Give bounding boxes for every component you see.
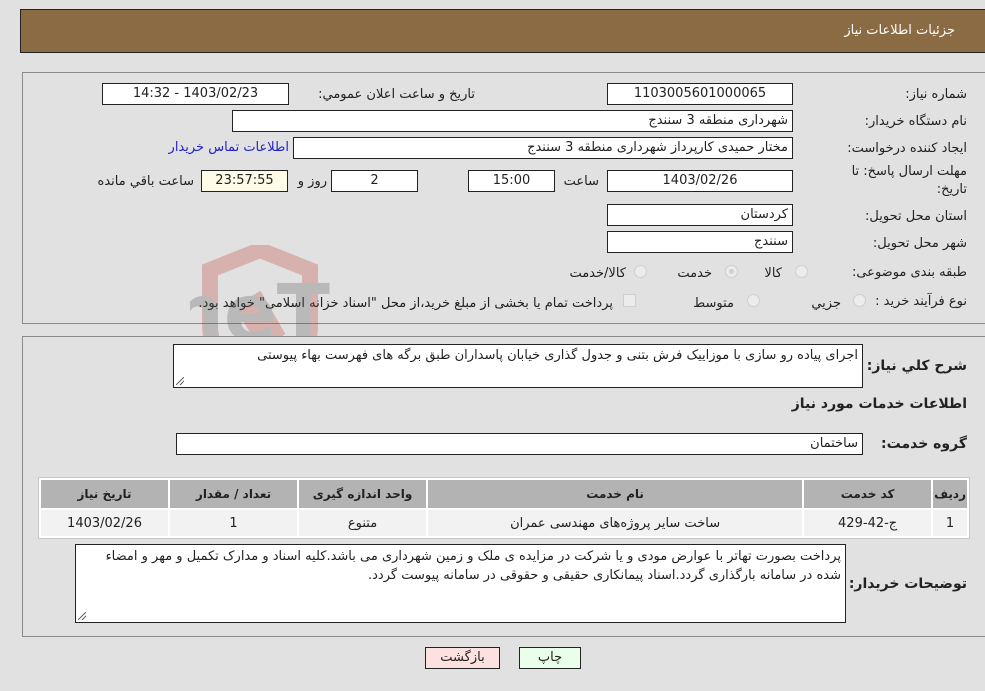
buyer-notes-text: پرداخت بصورت تهاتر با عوارض مودی و یا شر…	[105, 549, 841, 583]
province-label: استان محل تحویل:	[865, 209, 967, 224]
city-label: شهر محل تحویل:	[872, 236, 967, 251]
buyer-org-label: نام دستگاه خریدار:	[864, 114, 967, 129]
col-header-service-code: کد خدمت	[804, 480, 932, 508]
remaining-time-field: 23:57:55	[201, 170, 288, 192]
cell-service-code: ج-42-429	[804, 510, 932, 536]
need-number-field: 1103005601000065	[607, 83, 793, 105]
need-number-label: شماره نیاز:	[905, 87, 967, 102]
category-radio-service[interactable]	[725, 265, 738, 278]
process-radio-partial[interactable]	[853, 294, 866, 307]
days-remaining-field: 2	[331, 170, 418, 192]
services-table: رديف کد خدمت نام خدمت واحد اندازه گیری ت…	[38, 477, 970, 539]
remaining-time-label: ساعت باقي مانده	[97, 174, 194, 189]
creator-field: مختار حمیدی کارپرداز شهرداری منطقه 3 سنن…	[293, 137, 793, 159]
treasury-checkbox-label: پرداخت تمام یا بخشی از مبلغ خرید،از محل …	[198, 296, 613, 311]
category-radio-goods[interactable]	[795, 265, 808, 278]
announce-datetime-label: تاريخ و ساعت اعلان عمومي:	[318, 87, 475, 102]
process-option-partial: جزيي	[811, 296, 841, 311]
cell-row-number: 1	[933, 510, 967, 536]
deadline-label-2: تاریخ:	[936, 182, 967, 197]
description-label: شرح كلي نياز:	[866, 358, 967, 374]
category-option-service: خدمت	[677, 266, 712, 281]
service-group-label: گروه خدمت:	[881, 436, 967, 452]
process-radio-medium[interactable]	[747, 294, 760, 307]
category-option-goods-service: کالا/خدمت	[569, 266, 626, 281]
deadline-time-label: ساعت	[563, 174, 599, 189]
page-title: جزئیات اطلاعات نیاز	[844, 23, 955, 38]
back-button[interactable]: بازگشت	[425, 647, 500, 669]
resize-grip-icon[interactable]	[176, 377, 184, 385]
deadline-date-field: 1403/02/26	[607, 170, 793, 192]
page-header: جزئیات اطلاعات نیاز	[20, 9, 985, 53]
col-header-quantity: تعداد / مقدار	[170, 480, 298, 508]
city-field: سنندج	[607, 231, 793, 253]
description-text: اجرای پیاده رو سازی با موزاییک فرش بتنی …	[257, 348, 858, 363]
buyer-notes-label: توضيحات خريدار:	[848, 576, 967, 592]
deadline-label: مهلت ارسال پاسخ: تا	[851, 164, 967, 179]
table-header-row: رديف کد خدمت نام خدمت واحد اندازه گیری ت…	[41, 480, 967, 508]
treasury-checkbox[interactable]	[623, 294, 636, 307]
deadline-time-field: 15:00	[468, 170, 555, 192]
services-heading: اطلاعات خدمات مورد نياز	[791, 396, 967, 412]
cell-service-name: ساخت سایر پروژه‌های مهندسی عمران	[428, 510, 803, 536]
process-option-medium: متوسط	[693, 296, 734, 311]
buyer-org-field: شهرداری منطقه 3 سنندج	[232, 110, 793, 132]
col-header-row-number: رديف	[933, 480, 967, 508]
description-field[interactable]: اجرای پیاده رو سازی با موزاییک فرش بتنی …	[173, 344, 863, 388]
cell-quantity: 1	[170, 510, 298, 536]
province-field: کردستان	[607, 204, 793, 226]
cell-need-date: 1403/02/26	[41, 510, 169, 536]
col-header-service-name: نام خدمت	[428, 480, 803, 508]
col-header-unit: واحد اندازه گیری	[299, 480, 427, 508]
service-group-field: ساختمان	[176, 433, 863, 455]
table-row: 1 ج-42-429 ساخت سایر پروژه‌های مهندسی عم…	[41, 510, 967, 536]
purchase-process-label: نوع فرآیند خرید :	[875, 294, 967, 309]
buyer-notes-field[interactable]: پرداخت بصورت تهاتر با عوارض مودی و یا شر…	[75, 544, 846, 623]
buyer-contact-link[interactable]: اطلاعات تماس خریدار	[169, 140, 289, 155]
resize-grip-icon[interactable]	[78, 612, 86, 620]
creator-label: ایجاد کننده درخواست:	[847, 141, 967, 156]
category-radio-goods-service[interactable]	[634, 265, 647, 278]
col-header-need-date: تاریخ نیاز	[41, 480, 169, 508]
days-label: روز و	[297, 174, 327, 189]
print-button[interactable]: چاپ	[519, 647, 581, 669]
category-label: طبقه بندی موضوعی:	[851, 265, 967, 280]
cell-unit: متنوع	[299, 510, 427, 536]
announce-datetime-field: 1403/02/23 - 14:32	[102, 83, 289, 105]
category-option-goods: کالا	[764, 266, 782, 281]
